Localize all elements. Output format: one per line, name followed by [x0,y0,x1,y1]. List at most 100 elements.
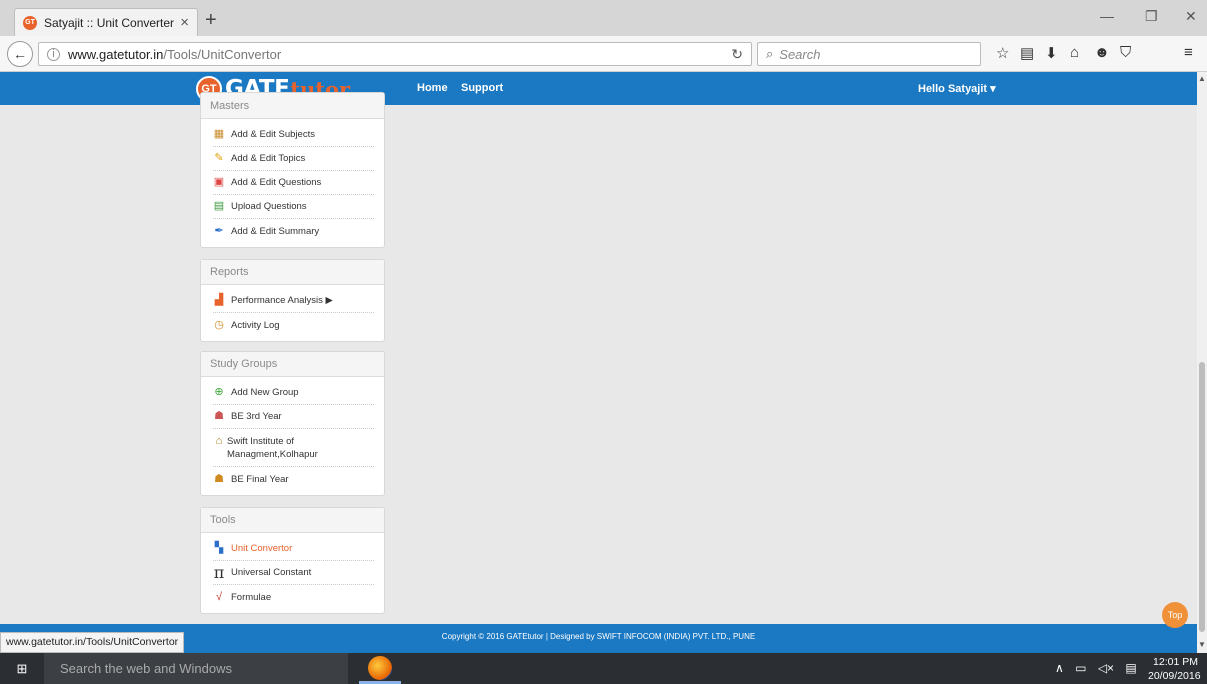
close-tab-icon[interactable]: × [180,14,189,31]
taskbar-search-input[interactable]: Search the web and Windows [44,653,348,684]
volume-muted-icon[interactable]: ◁× [1098,661,1114,675]
restore-window-icon[interactable]: ❐ [1145,8,1158,25]
menu-item-universal-constant[interactable]: π Universal Constant [213,561,374,585]
windows-start-icon[interactable]: ⊞ [0,653,44,684]
clock-time: 12:01 PM [1153,656,1198,668]
page-scrollbar[interactable]: ▲ ▼ [1197,72,1207,653]
url-path: /Tools/UnitConvertor [163,46,282,62]
menu-item-swift-institute[interactable]: ⌂ Swift Institute of Managment,Kolhapur [213,429,374,467]
tools-panel: Tools ▚ Unit Convertor π Universal Const… [200,507,385,614]
reports-panel: Reports ▟ Performance Analysis ▶ ◷ Activ… [200,259,385,342]
page-viewport: GT GATE tutor Home Support Hello Satyaji… [0,72,1197,653]
back-arrow-icon[interactable]: ← [7,41,33,67]
scroll-down-icon[interactable]: ▼ [1198,640,1206,649]
system-tray: ∧ ▭ ◁× ▤ [1055,661,1137,675]
masters-list: ▦ Add & Edit Subjects ✎ Add & Edit Topic… [201,119,384,247]
nav-home-link[interactable]: Home [417,82,448,94]
download-icon[interactable]: ⬇ [1045,44,1058,62]
menu-item-label: Swift Institute of Managment,Kolhapur [227,435,318,460]
clock-date: 20/09/2016 [1148,670,1201,682]
menu-item-add-edit-topics[interactable]: ✎ Add & Edit Topics [213,147,374,171]
browser-nav-bar: ← i www.gatetutor.in /Tools/UnitConverto… [0,36,1207,72]
menu-item-label: Upload Questions [231,201,307,212]
menu-item-add-new-group[interactable]: ⊕ Add New Group [213,381,374,405]
menu-item-add-edit-subjects[interactable]: ▦ Add & Edit Subjects [213,123,374,147]
menu-item-formulae[interactable]: √ Formulae [213,585,374,609]
menu-item-label: BE Final Year [231,473,289,485]
site-info-icon[interactable]: i [47,47,60,61]
notifications-icon[interactable]: ▤ [1125,661,1136,675]
reports-panel-title: Reports [201,260,384,285]
formula-icon: √ [215,590,223,603]
menu-item-label: Unit Convertor [231,543,293,554]
menu-icon[interactable]: ≡ [1184,44,1193,61]
emoji-icon[interactable]: ☻ [1094,44,1110,61]
menu-item-upload-questions[interactable]: ▤ Upload Questions [213,195,374,219]
menu-item-label: Add & Edit Questions [231,177,322,188]
minimize-window-icon[interactable]: — [1100,8,1114,24]
home-icon[interactable]: ⌂ [1070,44,1079,61]
masters-panel-title: Masters [201,93,384,119]
site-header: GT GATE tutor Home Support Hello Satyaji… [0,72,1197,105]
windows-taskbar: ⊞ Search the web and Windows ∧ ▭ ◁× ▤ 12… [0,653,1207,684]
group-icon: ☗ [214,472,224,485]
menu-item-label: Activity Log [231,319,280,331]
menu-item-label: Add & Edit Topics [231,153,306,164]
study-groups-list: ⊕ Add New Group ☗ BE 3rd Year ⌂ Swift In… [201,377,384,495]
browser-tab-strip: GT Satyajit :: Unit Converter × + — ❐ ✕ [0,0,1207,36]
reading-list-icon[interactable]: ▤ [1020,44,1034,62]
menu-item-label: Performance Analysis ▶ [231,295,333,306]
study-groups-panel: Study Groups ⊕ Add New Group ☗ BE 3rd Ye… [200,351,385,496]
menu-item-performance-analysis[interactable]: ▟ Performance Analysis ▶ [213,289,374,313]
firefox-icon[interactable] [368,656,392,680]
menu-item-add-edit-questions[interactable]: ▣ Add & Edit Questions [213,171,374,195]
network-icon[interactable]: ▭ [1075,661,1086,675]
converter-icon: ▚ [214,542,224,554]
plus-circle-icon: ⊕ [214,386,224,398]
gatetutor-favicon-icon: GT [23,15,37,30]
masters-panel: Masters ▦ Add & Edit Subjects ✎ Add & Ed… [200,92,385,248]
menu-item-unit-convertor[interactable]: ▚ Unit Convertor [213,537,374,561]
user-menu-dropdown[interactable]: Hello Satyajit ▾ [918,82,996,95]
pen-icon: ✒ [214,224,224,237]
tab-title: Satyajit :: Unit Converter [44,15,175,30]
scrollbar-thumb[interactable] [1199,362,1205,632]
pocket-icon[interactable]: ⛉ [1120,44,1131,61]
group-icon: ☗ [214,410,224,422]
reports-list: ▟ Performance Analysis ▶ ◷ Activity Log [201,285,384,341]
pi-icon: π [213,563,225,582]
search-icon: ⌕ [766,46,774,61]
menu-item-label: Add & Edit Subjects [231,129,315,140]
menu-item-label: Add New Group [231,387,299,398]
menu-item-activity-log[interactable]: ◷ Activity Log [213,313,374,337]
browser-search-input[interactable]: ⌕ Search [757,42,981,66]
reload-icon[interactable]: ↻ [731,46,743,63]
bookmark-star-icon[interactable]: ☆ [996,44,1009,62]
nav-support-link[interactable]: Support [461,82,503,94]
tools-panel-title: Tools [201,508,384,533]
taskbar-clock[interactable]: 12:01 PM 20/09/2016 [1148,655,1201,683]
footer-copyright: Copyright © 2016 GATEtutor | Designed by… [441,632,756,641]
scroll-to-top-button[interactable]: Top [1162,602,1188,628]
menu-item-be-3rd-year[interactable]: ☗ BE 3rd Year [213,405,374,429]
address-bar[interactable]: i www.gatetutor.in /Tools/UnitConvertor … [38,42,752,66]
menu-item-be-final-year[interactable]: ☗ BE Final Year [213,467,374,491]
institute-icon: ⌂ [215,434,223,447]
menu-item-label: Add & Edit Summary [231,225,320,237]
new-tab-icon[interactable]: + [205,10,217,30]
status-bar-url: www.gatetutor.in/Tools/UnitConvertor [0,632,185,653]
books-icon: ▦ [213,128,225,140]
menu-item-add-edit-summary[interactable]: ✒ Add & Edit Summary [213,219,374,243]
browser-tab[interactable]: GT Satyajit :: Unit Converter × [14,8,198,36]
menu-item-label: Universal Constant [231,567,312,578]
menu-item-label: Formulae [231,591,272,603]
menu-item-label: BE 3rd Year [231,411,282,422]
url-host: www.gatetutor.in [68,46,164,62]
close-window-icon[interactable]: ✕ [1185,8,1197,25]
tray-chevron-icon[interactable]: ∧ [1055,661,1064,675]
scroll-up-icon[interactable]: ▲ [1198,74,1206,83]
study-groups-panel-title: Study Groups [201,352,384,377]
upload-doc-icon: ▤ [213,200,225,212]
pencil-icon: ✎ [214,152,224,164]
tools-list: ▚ Unit Convertor π Universal Constant √ … [201,533,384,613]
